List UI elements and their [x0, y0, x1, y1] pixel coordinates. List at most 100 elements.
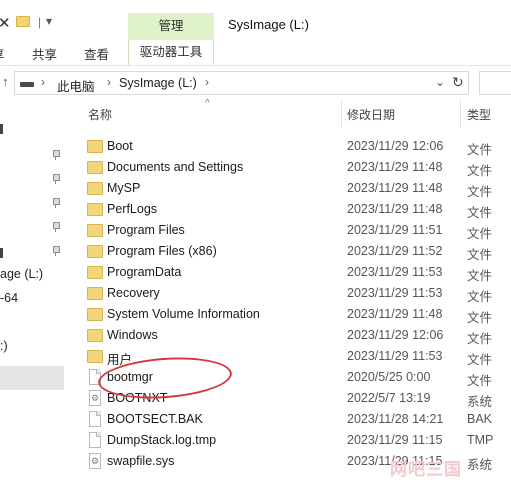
file-row[interactable]: Documents and Settings 2023/11/29 11:48 文件	[84, 157, 511, 178]
system-file-icon	[89, 453, 101, 469]
file-row[interactable]: Program Files (x86) 2023/11/29 11:52 文件	[84, 241, 511, 262]
file-name: System Volume Information	[107, 307, 260, 321]
file-type: BAK	[467, 412, 493, 426]
close-icon[interactable]: ✕	[0, 14, 11, 32]
nav-item-sysimage[interactable]: age (L:)	[0, 267, 43, 281]
file-name: BOOTSECT.BAK	[107, 412, 203, 426]
chevron-right-icon[interactable]: ›	[205, 75, 209, 89]
file-name: ProgramData	[107, 265, 182, 279]
column-header-name[interactable]: 名称	[88, 106, 112, 123]
file-type: 文件	[467, 374, 493, 388]
folder-icon	[87, 140, 103, 153]
column-divider[interactable]	[341, 100, 342, 128]
folder-icon	[87, 161, 103, 174]
column-divider[interactable]	[460, 100, 461, 128]
address-bar[interactable]: › 此电脑 › SysImage (L:) › ⌄ ↻	[14, 71, 469, 95]
pin-icon[interactable]	[51, 222, 60, 232]
chevron-right-icon[interactable]: ›	[107, 75, 111, 89]
watermark: 网吧三国	[390, 460, 462, 480]
file-type: 文件	[467, 227, 493, 241]
file-type: 系统	[467, 458, 493, 472]
title-bar: ✕ | ▾ 管理 SysImage (L:)	[0, 0, 511, 40]
file-row[interactable]: Windows 2023/11/29 12:06 文件	[84, 325, 511, 346]
tab-view[interactable]: 查看	[84, 44, 109, 63]
file-row[interactable]: Boot 2023/11/29 12:06 文件	[84, 136, 511, 157]
folder-icon	[87, 350, 103, 363]
chevron-right-icon[interactable]: ›	[41, 75, 45, 89]
breadcrumb-this-pc[interactable]: 此电脑	[57, 76, 95, 95]
file-row[interactable]: ProgramData 2023/11/29 11:53 文件	[84, 262, 511, 283]
folder-icon	[87, 203, 103, 216]
file-type: 文件	[467, 269, 493, 283]
file-modified-date: 2023/11/29 11:53	[347, 265, 443, 279]
file-type: 文件	[467, 164, 493, 178]
address-row: ↑ › 此电脑 › SysImage (L:) › ⌄ ↻	[0, 66, 511, 100]
up-arrow-icon[interactable]: ↑	[2, 74, 9, 89]
file-name: DumpStack.log.tmp	[107, 433, 217, 447]
file-name: Windows	[107, 328, 158, 342]
file-modified-date: 2023/11/29 11:15	[347, 433, 443, 447]
chevron-down-icon[interactable]: ⌄	[435, 75, 445, 89]
file-type: TMP	[467, 433, 494, 447]
file-row[interactable]: Program Files 2023/11/29 11:51 文件	[84, 220, 511, 241]
file-name: Documents and Settings	[107, 160, 244, 174]
tab-share[interactable]: 共享	[32, 44, 57, 63]
refresh-icon[interactable]: ↻	[452, 74, 464, 91]
window-title: SysImage (L:)	[228, 17, 309, 32]
file-name: Recovery	[107, 286, 160, 300]
file-row[interactable]: BOOTSECT.BAK 2023/11/28 14:21 BAK	[84, 409, 511, 430]
nav-item-marker	[0, 124, 3, 134]
nav-item-drive[interactable]: -64	[0, 291, 18, 305]
ribbon-tab-row: 享 共享 查看 驱动器工具	[0, 40, 511, 66]
quick-access-separator: |	[38, 15, 42, 29]
pin-icon[interactable]	[51, 246, 60, 256]
file-modified-date: 2023/11/29 11:48	[347, 307, 443, 321]
file-row[interactable]: System Volume Information 2023/11/29 11:4…	[84, 304, 511, 325]
search-input[interactable]	[479, 71, 511, 95]
file-type: 系统	[467, 395, 493, 409]
nav-item-selected[interactable]	[0, 366, 64, 390]
file-row[interactable]: PerfLogs 2023/11/29 11:48 文件	[84, 199, 511, 220]
nav-item-marker	[0, 248, 3, 258]
file-name: Program Files (x86)	[107, 244, 217, 258]
file-type: 文件	[467, 353, 493, 367]
file-row[interactable]: Recovery 2023/11/29 11:53 文件	[84, 283, 511, 304]
system-file-icon	[89, 390, 101, 406]
tab-share-partial[interactable]: 享	[0, 44, 5, 63]
column-header-date[interactable]: 修改日期	[347, 106, 395, 123]
quick-access-dropdown-icon[interactable]: ▾	[46, 14, 52, 28]
tab-manage[interactable]: 管理	[128, 13, 214, 40]
navigation-pane: age (L:) -64 :)	[0, 100, 70, 492]
pin-icon[interactable]	[51, 198, 60, 208]
file-modified-date: 2023/11/29 11:53	[347, 349, 443, 363]
file-modified-date: 2023/11/29 11:53	[347, 286, 443, 300]
file-name: MySP	[107, 181, 141, 195]
folder-icon	[87, 287, 103, 300]
column-header-type[interactable]: 类型	[467, 106, 491, 123]
file-type: 文件	[467, 311, 493, 325]
tab-drive-tools[interactable]: 驱动器工具	[128, 40, 214, 65]
file-row[interactable]: MySP 2023/11/29 11:48 文件	[84, 178, 511, 199]
pin-icon[interactable]	[51, 150, 60, 160]
file-name: swapfile.sys	[107, 454, 175, 468]
file-modified-date: 2023/11/28 14:21	[347, 412, 444, 426]
file-modified-date: 2023/11/29 11:52	[347, 244, 443, 258]
file-type: 文件	[467, 206, 493, 220]
pin-icon[interactable]	[51, 174, 60, 184]
file-modified-date: 2023/11/29 11:48	[347, 160, 443, 174]
breadcrumb-drive[interactable]: SysImage (L:)	[119, 76, 197, 90]
file-modified-date: 2022/5/7 13:19	[347, 391, 431, 405]
file-modified-date: 2023/11/29 12:06	[347, 139, 444, 153]
file-type: 文件	[467, 248, 493, 262]
sort-ascending-icon: ^	[205, 98, 210, 109]
folder-icon	[87, 245, 103, 258]
file-modified-date: 2023/11/29 11:51	[347, 223, 443, 237]
file-modified-date: 2023/11/29 11:48	[347, 181, 443, 195]
file-row[interactable]: DumpStack.log.tmp 2023/11/29 11:15 TMP	[84, 430, 511, 451]
file-modified-date: 2020/5/25 0:00	[347, 370, 431, 384]
folder-icon	[87, 224, 103, 237]
nav-item-drive-c[interactable]: :)	[0, 339, 8, 353]
file-name: PerfLogs	[107, 202, 158, 216]
file-modified-date: 2023/11/29 12:06	[347, 328, 444, 342]
file-name: Boot	[107, 139, 133, 153]
